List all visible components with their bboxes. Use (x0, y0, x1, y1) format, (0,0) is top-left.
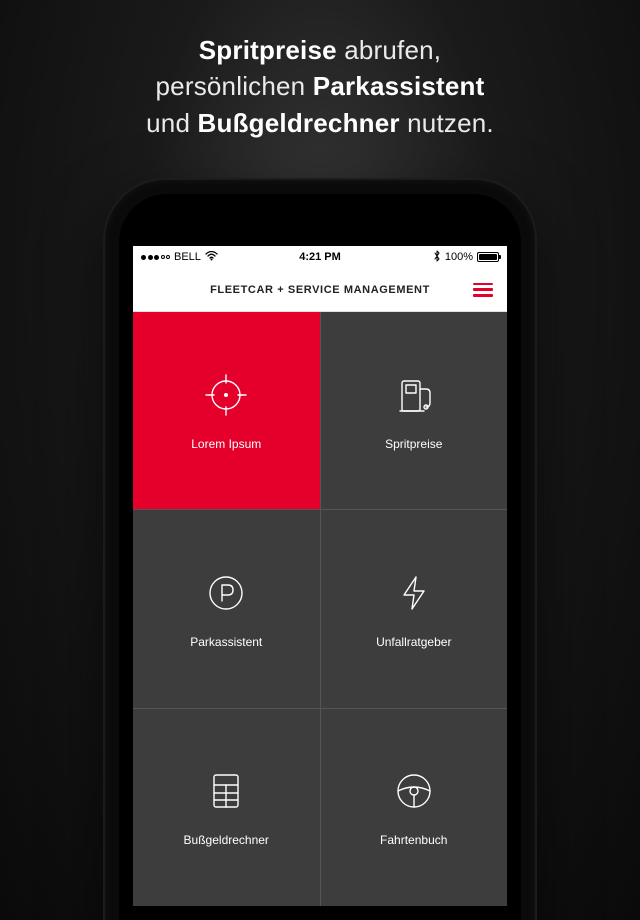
status-left: BELL (141, 250, 218, 264)
screen: BELL 4:21 PM 100% FLEETCAR + SERVICE MAN… (133, 246, 507, 906)
carrier-label: BELL (174, 251, 201, 263)
signal-dots-icon (141, 255, 170, 260)
clock: 4:21 PM (299, 251, 341, 263)
bluetooth-icon (433, 250, 441, 265)
phone-inner: BELL 4:21 PM 100% FLEETCAR + SERVICE MAN… (119, 194, 521, 920)
tile-label: Bußgeldrechner (184, 833, 269, 847)
tile-target[interactable]: Lorem Ipsum (133, 312, 320, 509)
menu-button[interactable] (473, 283, 493, 297)
lightning-icon (390, 569, 438, 617)
phone-frame: BELL 4:21 PM 100% FLEETCAR + SERVICE MAN… (105, 180, 535, 920)
tile-label: Spritpreise (385, 437, 442, 451)
parking-icon (202, 569, 250, 617)
steering-wheel-icon (390, 767, 438, 815)
tile-label: Lorem Ipsum (191, 437, 261, 451)
fuel-pump-icon (390, 371, 438, 419)
tile-bussgeld[interactable]: Bußgeldrechner (133, 709, 320, 906)
tile-fahrtenbuch[interactable]: Fahrtenbuch (321, 709, 508, 906)
tile-unfall[interactable]: Unfallratgeber (321, 510, 508, 707)
app-header: FLEETCAR + SERVICE MANAGEMENT (133, 268, 507, 312)
target-icon (202, 371, 250, 419)
tile-spritpreise[interactable]: Spritpreise (321, 312, 508, 509)
tile-label: Fahrtenbuch (380, 833, 447, 847)
wifi-icon (205, 250, 218, 264)
hamburger-icon (473, 283, 493, 286)
app-title: FLEETCAR + SERVICE MANAGEMENT (210, 284, 430, 296)
status-right: 100% (433, 250, 499, 265)
tile-label: Parkassistent (190, 635, 262, 649)
tile-park[interactable]: Parkassistent (133, 510, 320, 707)
battery-icon (477, 252, 499, 262)
tile-grid: Lorem Ipsum Spritpreise Parkassistent Unfal… (133, 312, 507, 906)
tile-label: Unfallratgeber (376, 635, 451, 649)
promo-headline: Spritpreise abrufen,persönlichen Parkass… (0, 32, 640, 141)
battery-pct: 100% (445, 251, 473, 263)
calculator-icon (202, 767, 250, 815)
status-bar: BELL 4:21 PM 100% (133, 246, 507, 268)
